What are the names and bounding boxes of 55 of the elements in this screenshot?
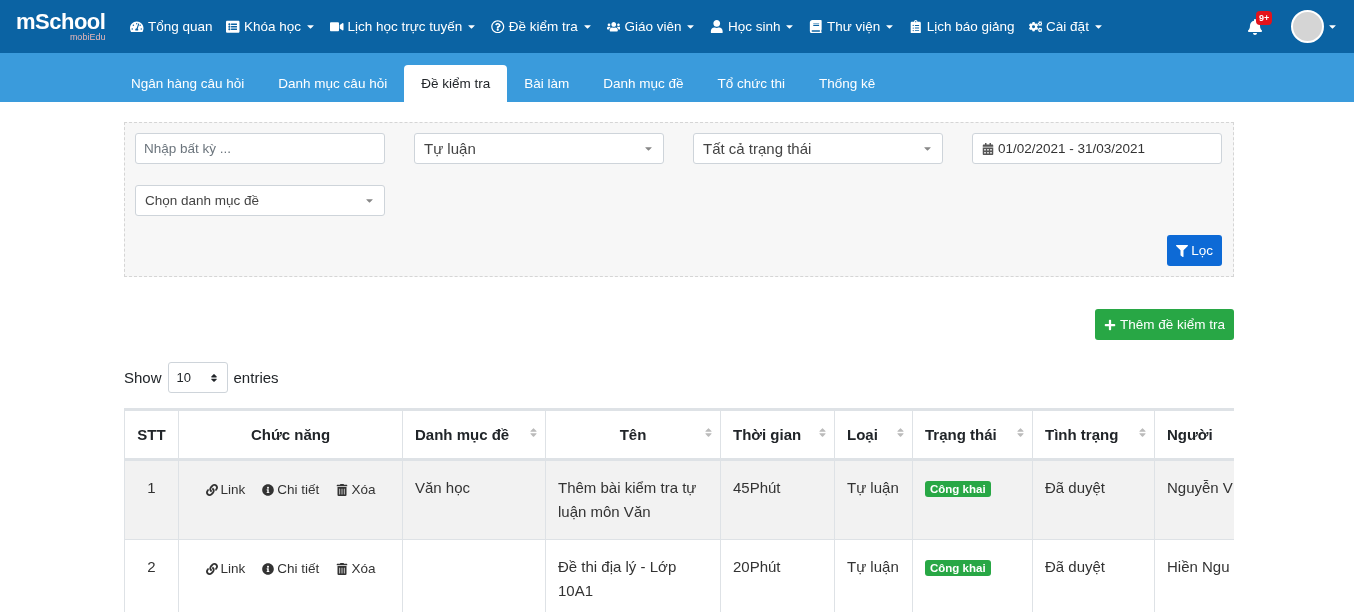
status-select[interactable]: Tất cả trạng thái bbox=[693, 133, 943, 164]
nav-item[interactable]: Khóa học bbox=[243, 19, 301, 34]
clipboard-icon bbox=[909, 19, 923, 34]
show-label: Show bbox=[124, 369, 162, 386]
table-cell: 45Phút bbox=[720, 459, 835, 540]
table-cell: Tự luận bbox=[834, 459, 913, 540]
video-camera-icon bbox=[330, 19, 344, 34]
nav-item[interactable]: Giáo viên bbox=[624, 19, 682, 34]
info-icon bbox=[262, 563, 275, 575]
gears-icon bbox=[1028, 19, 1043, 34]
trash-icon bbox=[336, 563, 349, 575]
tab[interactable]: Đề kiểm tra bbox=[404, 65, 508, 102]
filter-icon bbox=[1176, 244, 1189, 257]
link-icon bbox=[205, 484, 218, 496]
table-cell: Thêm bài kiểm tra tự luận môn Văn bbox=[545, 459, 721, 540]
status-badge: Công khai bbox=[925, 481, 991, 497]
type-select[interactable]: Tự luận bbox=[414, 133, 664, 164]
delete-action[interactable]: Xóa bbox=[336, 478, 376, 502]
category-select[interactable]: Chọn danh mục đề bbox=[135, 185, 385, 216]
notification-badge: 9+ bbox=[1256, 10, 1273, 25]
nav-item[interactable]: Lịch báo giảng bbox=[926, 19, 1015, 34]
search-field[interactable]: Nhập bất kỳ ... bbox=[135, 133, 385, 164]
logo[interactable]: mSchool mobiEdu bbox=[16, 11, 106, 42]
avatar[interactable] bbox=[1291, 10, 1324, 43]
users-icon bbox=[606, 19, 621, 34]
sort-arrows-icon bbox=[208, 372, 219, 383]
link-icon bbox=[205, 563, 218, 575]
filter-button[interactable]: Lọc bbox=[1167, 235, 1222, 266]
trash-icon bbox=[336, 484, 349, 496]
nav-item[interactable]: Cài đặt bbox=[1046, 19, 1089, 34]
info-icon bbox=[262, 484, 275, 496]
table-cell: Văn học bbox=[402, 459, 546, 540]
details-action[interactable]: Chi tiết bbox=[262, 478, 320, 502]
plus-icon bbox=[1103, 318, 1116, 331]
entries-select[interactable]: 10 bbox=[167, 362, 228, 393]
gauge-icon bbox=[130, 19, 144, 34]
link-action[interactable]: Link bbox=[205, 557, 246, 581]
nav-item[interactable]: Đề kiểm tra bbox=[508, 19, 578, 34]
date-range-field[interactable]: 01/02/2021 - 31/03/2021 bbox=[972, 133, 1222, 164]
entries-label: entries bbox=[233, 369, 279, 386]
nav-item[interactable]: Thư viện bbox=[826, 19, 881, 34]
delete-action[interactable]: Xóa bbox=[336, 557, 376, 581]
details-action[interactable]: Chi tiết bbox=[262, 557, 320, 581]
user-icon bbox=[710, 19, 724, 34]
nav-item[interactable]: Học sinh bbox=[727, 19, 781, 34]
table-cell: 1 bbox=[124, 459, 179, 540]
link-action[interactable]: Link bbox=[205, 478, 246, 502]
table-cell: Đã duyệt bbox=[1032, 459, 1155, 540]
book-icon bbox=[809, 19, 823, 34]
list-icon bbox=[226, 19, 240, 34]
calendar-icon bbox=[982, 142, 994, 155]
nav-item[interactable]: Tổng quan bbox=[147, 19, 213, 34]
table-cell: 2 bbox=[124, 539, 179, 612]
nav-item[interactable]: Lịch học trực tuyến bbox=[347, 19, 463, 34]
status-badge: Công khai bbox=[925, 560, 991, 576]
